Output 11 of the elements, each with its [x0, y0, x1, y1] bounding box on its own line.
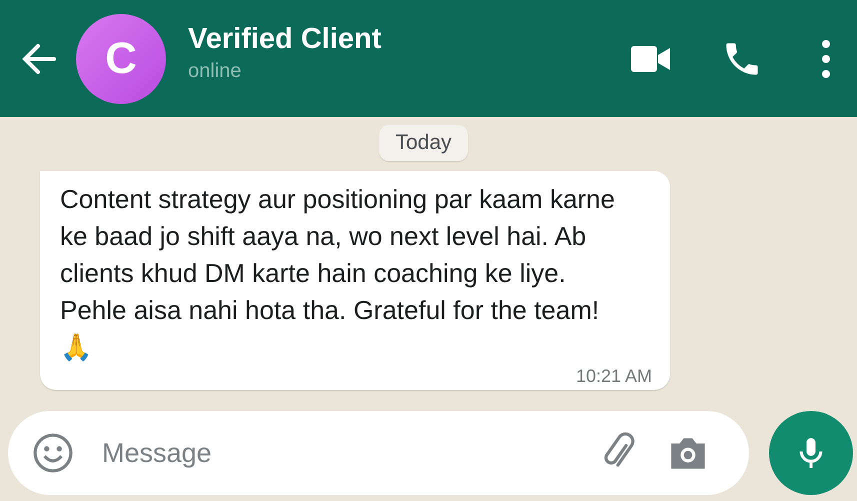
- message-field[interactable]: Message: [8, 411, 749, 495]
- contact-avatar[interactable]: C: [76, 14, 166, 104]
- contact-status: online: [188, 60, 242, 82]
- message-text: Content strategy aur positioning par kaam karne ke baad jo shift aaya na, wo next level hai. Ab clients khud DM karte hain coaching ke liye. Pehle aisa nahi hota tha. Grateful for the team! 🙏: [60, 183, 616, 364]
- menu-icon[interactable]: [821, 38, 831, 78]
- message-time: 10:21 AM: [576, 366, 652, 386]
- message-input[interactable]: Message: [100, 436, 573, 470]
- contact-name[interactable]: Verified Client: [188, 22, 581, 56]
- emoji-icon[interactable]: [32, 432, 74, 474]
- date-chip: Today: [379, 125, 468, 161]
- video-call-icon[interactable]: [631, 44, 671, 74]
